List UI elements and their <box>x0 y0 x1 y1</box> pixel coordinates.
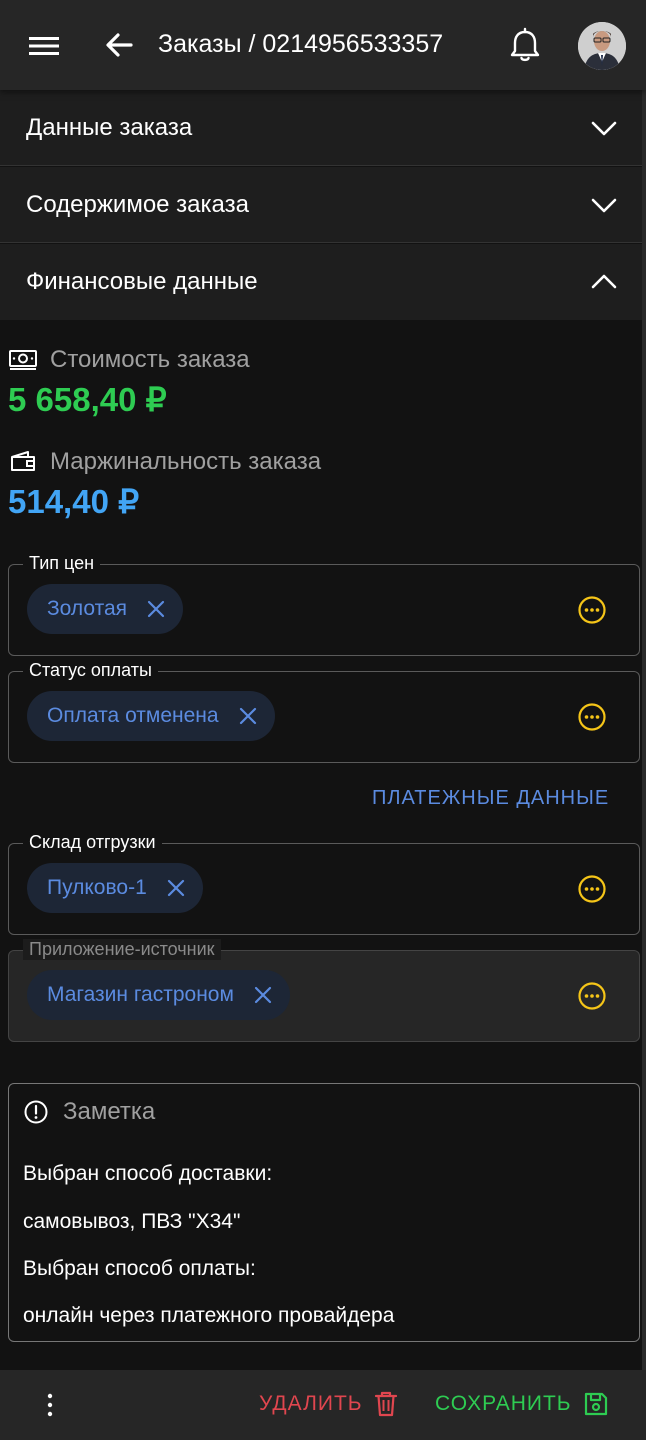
close-icon[interactable] <box>252 984 274 1006</box>
note-title: Заметка <box>63 1098 156 1125</box>
chip-label: Пулково-1 <box>47 876 147 899</box>
more-vertical-icon[interactable] <box>40 1390 60 1420</box>
save-button[interactable]: СОХРАНИТЬ <box>435 1390 610 1418</box>
order-margin-value: 514,40 ₽ <box>8 483 140 520</box>
scrollbar[interactable] <box>642 90 646 1370</box>
accordion-label: Финансовые данные <box>26 268 258 295</box>
arrow-left-icon[interactable] <box>102 28 136 62</box>
order-cost-row: Стоимость заказа <box>8 346 250 374</box>
accordion-order-data[interactable]: Данные заказа <box>0 90 642 166</box>
chevron-up-icon <box>591 274 617 289</box>
close-icon[interactable] <box>145 598 167 620</box>
order-margin-label: Маржинальность заказа <box>50 448 322 475</box>
order-cost-value: 5 658,40 ₽ <box>8 381 167 418</box>
trash-icon <box>374 1391 397 1417</box>
chevron-down-icon <box>591 198 617 213</box>
order-margin-row: Маржинальность заказа <box>8 448 321 476</box>
cash-icon <box>9 350 37 370</box>
payment-status-field[interactable]: Статус оплаты Оплата отменена <box>8 660 640 763</box>
field-label: Статус оплаты <box>23 660 158 681</box>
more-horizontal-icon[interactable] <box>577 702 607 732</box>
field-label: Приложение-источник <box>23 939 221 960</box>
payment-status-chip[interactable]: Оплата отменена <box>27 691 275 741</box>
note-line: онлайн через платежного провайдера <box>23 1304 395 1327</box>
chip-label: Оплата отменена <box>47 704 219 727</box>
note-line: самовывоз, ПВЗ "X34" <box>23 1210 241 1233</box>
floppy-disk-icon <box>584 1392 607 1416</box>
more-horizontal-icon[interactable] <box>577 595 607 625</box>
info-alert-icon <box>24 1100 48 1124</box>
price-type-field[interactable]: Тип цен Золотая <box>8 553 640 656</box>
note-line: Выбран способ оплаты: <box>23 1257 256 1280</box>
accordion-label: Данные заказа <box>26 114 193 141</box>
field-label: Склад отгрузки <box>23 832 162 853</box>
accordion-financial-data[interactable]: Финансовые данные <box>0 244 642 320</box>
source-app-field[interactable]: Приложение-источник Магазин гастроном <box>8 939 640 1042</box>
save-button-label: СОХРАНИТЬ <box>435 1392 572 1415</box>
delete-button[interactable]: УДАЛИТЬ <box>259 1390 399 1418</box>
wallet-icon <box>11 451 35 471</box>
bottom-action-bar: УДАЛИТЬ СОХРАНИТЬ <box>0 1370 646 1440</box>
accordion-order-contents[interactable]: Содержимое заказа <box>0 167 642 243</box>
chip-label: Магазин гастроном <box>47 983 234 1006</box>
user-avatar-icon <box>578 22 626 70</box>
warehouse-field[interactable]: Склад отгрузки Пулково-1 <box>8 832 640 935</box>
menu-icon[interactable] <box>26 30 62 62</box>
more-horizontal-icon[interactable] <box>577 874 607 904</box>
source-app-chip[interactable]: Магазин гастроном <box>27 970 290 1020</box>
field-label: Тип цен <box>23 553 101 574</box>
warehouse-chip[interactable]: Пулково-1 <box>27 863 203 913</box>
chip-label: Золотая <box>47 597 128 620</box>
accordion-label: Содержимое заказа <box>26 191 249 218</box>
close-icon[interactable] <box>165 877 187 899</box>
note-header: Заметка <box>23 1098 155 1126</box>
note-line: Выбран способ доставки: <box>23 1162 273 1185</box>
avatar[interactable] <box>578 22 626 70</box>
chevron-down-icon <box>591 121 617 136</box>
top-app-bar: Заказы / 0214956533357 <box>0 0 646 90</box>
price-type-chip[interactable]: Золотая <box>27 584 184 634</box>
more-horizontal-icon[interactable] <box>577 981 607 1011</box>
page-title: Заказы / 0214956533357 <box>158 30 444 58</box>
order-cost-label: Стоимость заказа <box>50 346 250 373</box>
payment-details-link[interactable]: ПЛАТЕЖНЫЕ ДАННЫЕ <box>372 787 609 810</box>
note-box: Заметка Выбран способ доставки: самовыво… <box>8 1083 640 1342</box>
delete-button-label: УДАЛИТЬ <box>259 1392 363 1415</box>
bell-icon[interactable] <box>506 26 544 66</box>
close-icon[interactable] <box>237 705 259 727</box>
